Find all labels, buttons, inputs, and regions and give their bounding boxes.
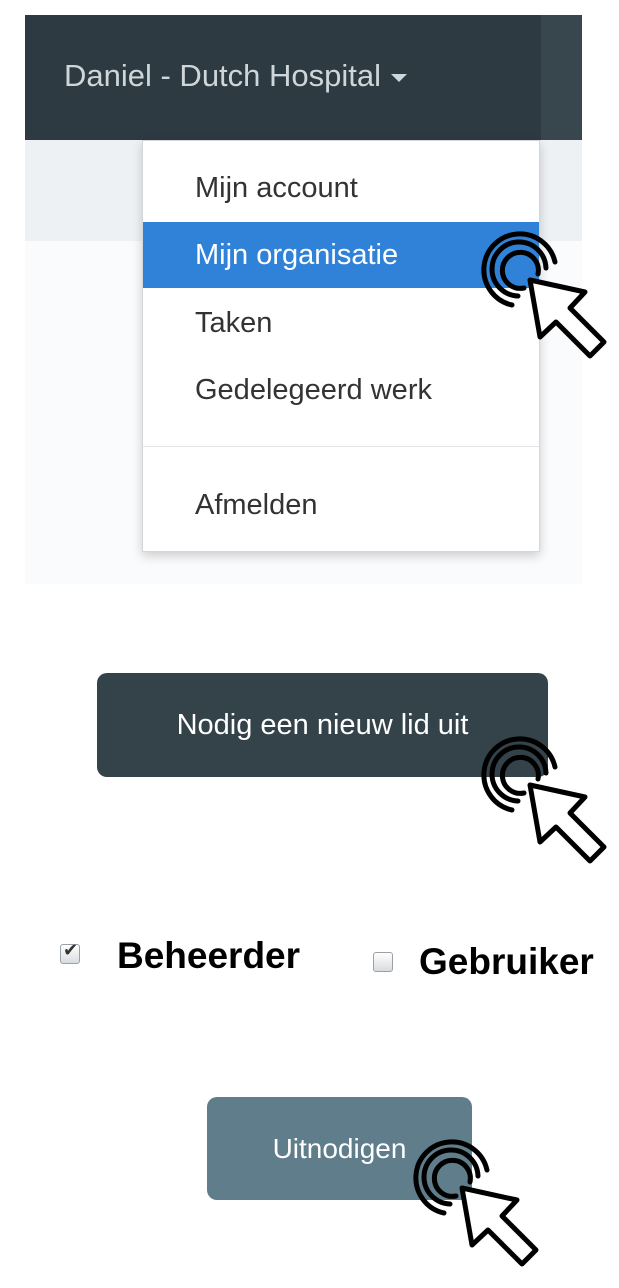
caret-down-icon [391, 73, 408, 82]
role-admin-label: Beheerder [117, 935, 301, 976]
click-cursor-icon [481, 736, 607, 864]
click-cursor-icon [481, 231, 607, 359]
menu-divider [143, 446, 539, 447]
user-menu-label: Daniel - Dutch Hospital [64, 58, 382, 93]
menu-item-logout[interactable]: Afmelden [143, 472, 539, 538]
menu-item-my-account[interactable]: Mijn account [143, 155, 539, 221]
click-cursor-icon [413, 1139, 539, 1267]
role-user-checkbox[interactable] [373, 952, 393, 972]
user-menu-toggle[interactable]: Daniel - Dutch Hospital [64, 50, 408, 102]
role-admin-checkbox[interactable]: ✔ [60, 940, 80, 964]
checkmark-icon: ✔ [63, 940, 79, 960]
navbar-edge [541, 15, 582, 140]
role-user-label: Gebruiker [419, 941, 594, 982]
